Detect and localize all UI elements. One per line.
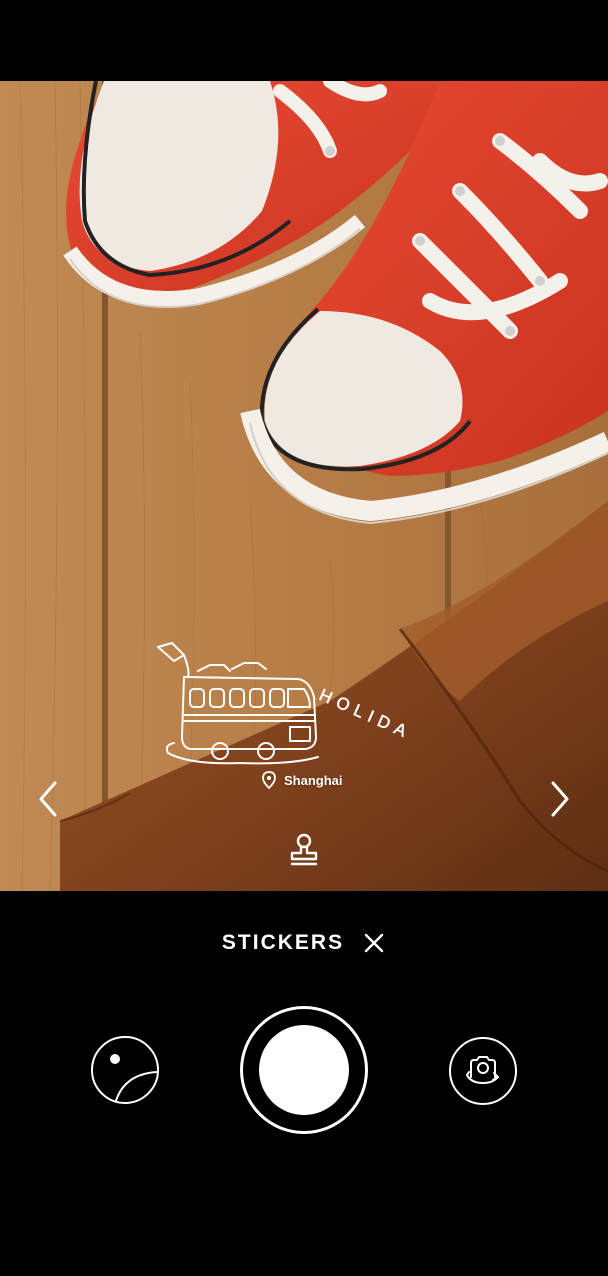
chevron-left-icon <box>39 781 57 817</box>
close-icon <box>364 933 384 953</box>
camera-controls-panel: STICKERS <box>0 891 608 1276</box>
next-sticker-button[interactable] <box>540 774 580 824</box>
location-label: Shanghai <box>284 772 343 788</box>
location-pin-icon <box>262 771 276 789</box>
chevron-right-icon <box>551 781 569 817</box>
holiday-word: HOLIDAY <box>316 685 410 749</box>
gallery-icon <box>110 1054 157 1102</box>
mode-row: STICKERS <box>0 929 608 957</box>
shutter-button[interactable] <box>240 1006 368 1134</box>
stamp-icon <box>290 833 318 866</box>
camera-flip-icon <box>466 1056 499 1084</box>
previous-sticker-button[interactable] <box>28 774 68 824</box>
shutter-icon <box>259 1025 349 1115</box>
gallery-button[interactable] <box>91 1036 159 1104</box>
top-bar <box>0 0 608 81</box>
location-tag: Shanghai <box>262 769 343 791</box>
close-stickers-button[interactable] <box>362 931 386 955</box>
camera-viewfinder: HOLIDAY Shanghai <box>0 81 608 891</box>
stamp-button[interactable] <box>286 831 322 869</box>
flip-camera-button[interactable] <box>449 1037 517 1105</box>
mode-label: STICKERS <box>221 931 345 954</box>
